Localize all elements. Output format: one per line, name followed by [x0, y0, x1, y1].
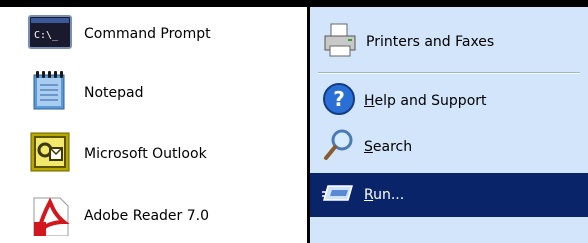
menu-item-printers-and-faxes[interactable]: Printers and Faxes [310, 20, 588, 64]
printer-icon [322, 22, 358, 62]
menu-separator-highlight [318, 73, 580, 74]
menu-item-search[interactable]: Search [310, 125, 588, 169]
menu-item-command-prompt[interactable]: C:\_ Command Prompt [0, 7, 307, 61]
notepad-icon [28, 69, 72, 117]
menu-item-label: Microsoft Outlook [84, 146, 207, 162]
svg-text:C:\_: C:\_ [34, 30, 59, 41]
menu-item-run[interactable]: Run... [310, 173, 588, 217]
menu-item-label: Run... [364, 187, 405, 203]
command-prompt-icon: C:\_ [28, 13, 72, 55]
menu-item-label: Printers and Faxes [366, 34, 495, 50]
outlook-icon [28, 130, 72, 178]
menu-item-help-and-support[interactable]: ? Help and Support [310, 79, 588, 123]
menu-item-label: Command Prompt [84, 26, 211, 42]
adobe-reader-icon [28, 192, 72, 240]
help-icon: ? [322, 82, 356, 120]
menu-item-label: Search [364, 139, 413, 155]
svg-text:?: ? [333, 87, 345, 111]
menu-item-notepad[interactable]: Notepad [0, 66, 307, 120]
run-icon [322, 178, 356, 212]
menu-item-label: Help and Support [364, 93, 487, 109]
menu-item-adobe-reader[interactable]: Adobe Reader 7.0 [0, 189, 307, 243]
search-icon [322, 128, 356, 166]
start-menu: C:\_ Command Prompt Notepad Microsoft Ou… [0, 0, 588, 243]
menu-item-label: Adobe Reader 7.0 [84, 208, 209, 224]
menu-top-border [0, 0, 588, 7]
menu-item-label: Notepad [84, 85, 144, 101]
menu-item-outlook[interactable]: Microsoft Outlook [0, 127, 307, 181]
